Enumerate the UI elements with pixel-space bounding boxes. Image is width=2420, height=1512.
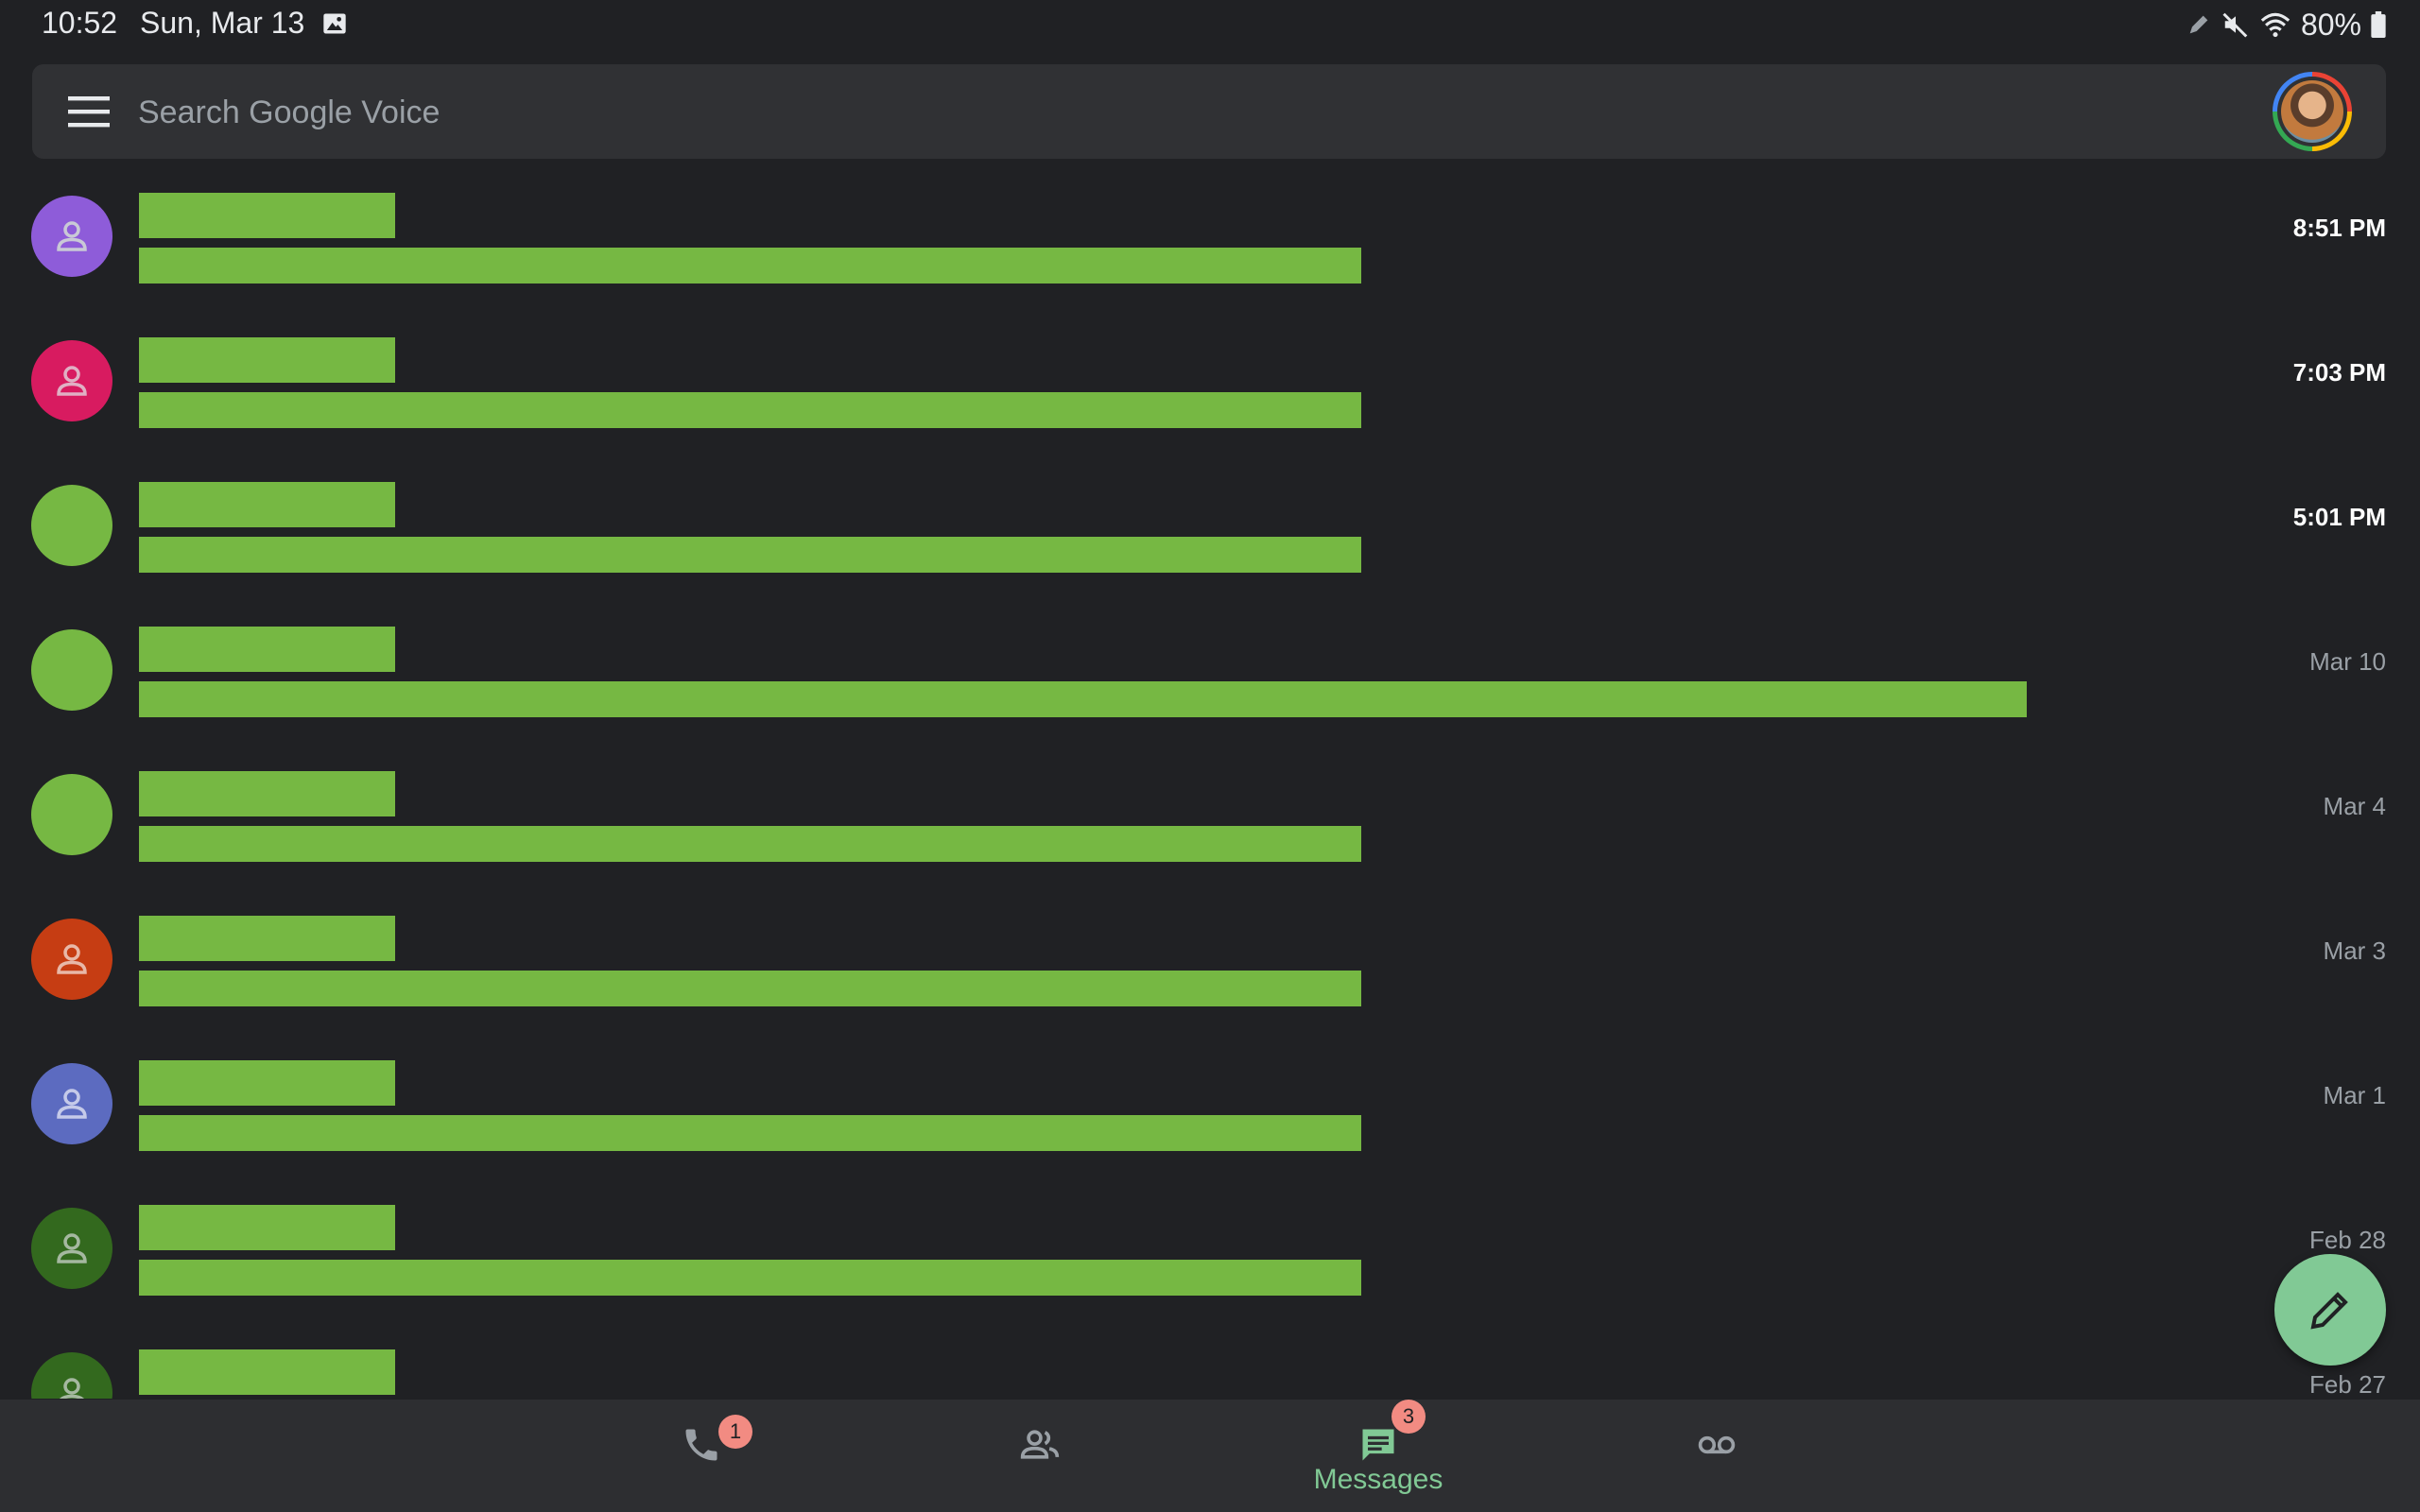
person-icon [57, 366, 87, 396]
tab-voicemail[interactable] [1622, 1400, 1811, 1512]
contact-avatar [31, 774, 112, 855]
contact-name-redacted [139, 193, 395, 238]
contact-name-redacted [139, 337, 395, 383]
conversation-item[interactable]: Mar 1 [0, 1046, 2420, 1191]
conversation-item[interactable]: 8:51 PM [0, 179, 2420, 323]
battery-icon [2371, 11, 2386, 38]
message-time: 5:01 PM [2292, 503, 2386, 531]
contact-name-redacted [139, 771, 395, 816]
messages-badge: 3 [1392, 1400, 1426, 1434]
messages-icon [1362, 1429, 1394, 1461]
person-icon [57, 221, 87, 251]
person-icon [60, 1378, 84, 1399]
account-avatar[interactable] [2273, 72, 2352, 151]
profile-photo [2281, 80, 2343, 143]
message-snippet-redacted [139, 392, 1361, 428]
contacts-icon [1020, 1430, 1060, 1459]
message-snippet-redacted [139, 681, 2027, 717]
contact-avatar [31, 1208, 112, 1289]
search-input[interactable] [136, 83, 2220, 142]
search-bar [32, 64, 2386, 159]
message-time: Mar 10 [2309, 647, 2386, 676]
contact-avatar [31, 629, 112, 711]
contact-name-redacted [139, 1205, 395, 1250]
message-time: Mar 4 [2323, 792, 2386, 820]
pen-icon [2189, 15, 2208, 34]
hamburger-menu-icon[interactable] [66, 91, 112, 132]
conversation-item[interactable]: Mar 10 [0, 612, 2420, 757]
status-time: 10:52 [42, 6, 118, 40]
pencil-icon [2310, 1292, 2348, 1330]
compose-button[interactable] [2274, 1254, 2386, 1366]
conversation-item[interactable]: Feb 27 [0, 1335, 2420, 1399]
person-icon [57, 944, 87, 974]
conversation-item[interactable]: Mar 4 [0, 757, 2420, 902]
contact-avatar [31, 485, 112, 566]
message-snippet-redacted [139, 248, 1361, 284]
message-snippet-redacted [139, 971, 1361, 1006]
contact-name-redacted [139, 916, 395, 961]
message-snippet-redacted [139, 826, 1361, 862]
tab-contacts[interactable] [945, 1400, 1134, 1512]
status-indicators: 80% [2186, 6, 2386, 43]
gallery-icon [323, 13, 346, 34]
conversation-item[interactable]: Mar 3 [0, 902, 2420, 1046]
message-time: Mar 1 [2323, 1081, 2386, 1109]
status-date: Sun, Mar 13 [140, 6, 305, 40]
voicemail-icon [1698, 1435, 1736, 1454]
message-snippet-redacted [139, 537, 1361, 573]
bottom-navigation: 1 3 Messages [0, 1400, 2420, 1512]
tab-calls[interactable]: 1 [607, 1400, 796, 1512]
message-time: Mar 3 [2323, 936, 2386, 965]
contact-name-redacted [139, 627, 395, 672]
message-time: Feb 28 [2309, 1226, 2386, 1254]
tab-messages[interactable]: 3 Messages [1284, 1400, 1473, 1512]
conversation-list: 8:51 PM 7:03 PM 5:01 PM Mar 10 Mar 4 Mar… [0, 170, 2420, 1399]
contact-avatar [31, 1352, 112, 1399]
conversation-item[interactable]: 5:01 PM [0, 468, 2420, 612]
tab-messages-label: Messages [1313, 1464, 1443, 1495]
contact-avatar [31, 1063, 112, 1144]
contact-name-redacted [139, 1060, 395, 1106]
mute-icon [2222, 12, 2248, 38]
message-time: 8:51 PM [2292, 214, 2386, 242]
contact-avatar [31, 340, 112, 421]
person-icon [57, 1089, 87, 1119]
phone-icon [685, 1429, 717, 1461]
contact-avatar [31, 196, 112, 277]
message-snippet-redacted [139, 1260, 1361, 1296]
battery-percent: 80% [2300, 7, 2361, 42]
contact-avatar [31, 919, 112, 1000]
message-time: Feb 27 [2309, 1370, 2386, 1399]
contact-name-redacted [139, 1349, 395, 1395]
status-bar: 10:52 Sun, Mar 13 80% [0, 0, 2420, 49]
message-snippet-redacted [139, 1115, 1361, 1151]
contact-name-redacted [139, 482, 395, 527]
message-time: 7:03 PM [2292, 358, 2386, 387]
calls-badge: 1 [718, 1415, 752, 1449]
wifi-icon [2260, 12, 2290, 38]
person-icon [57, 1233, 87, 1263]
conversation-item[interactable]: 7:03 PM [0, 323, 2420, 468]
conversation-item[interactable]: Feb 28 [0, 1191, 2420, 1335]
